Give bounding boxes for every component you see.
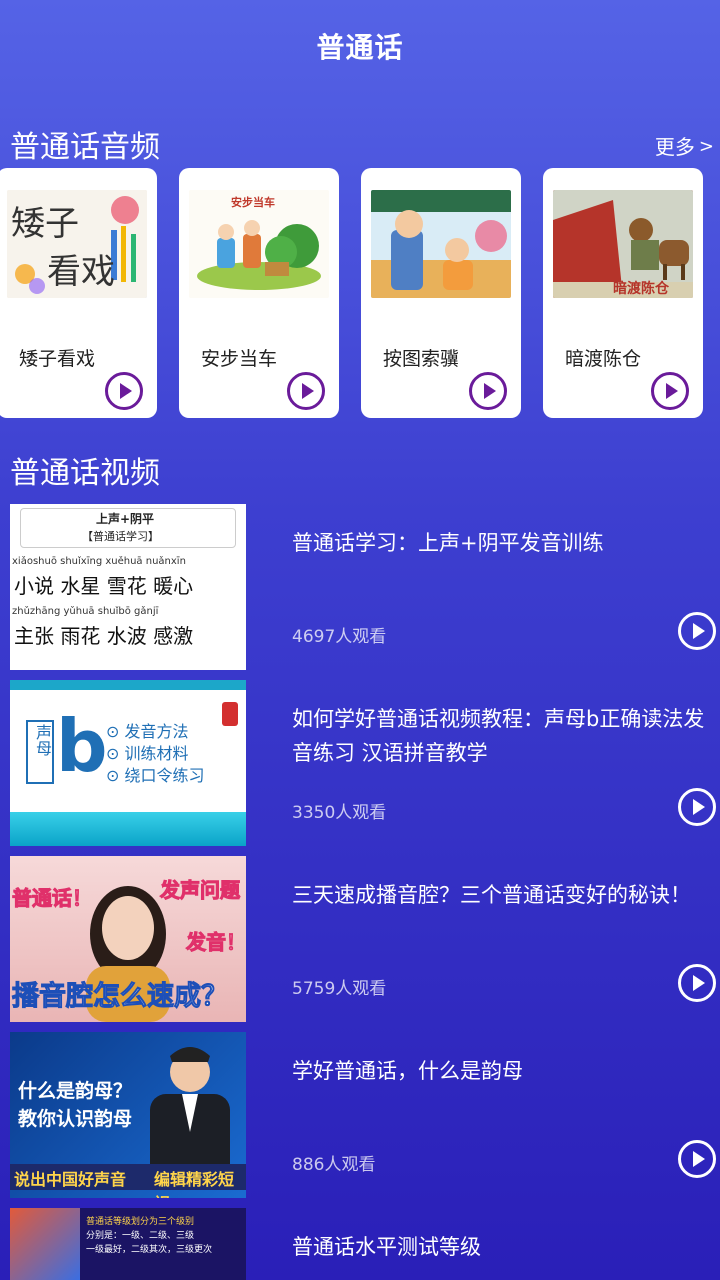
video-item[interactable]: 普通话！ 发声问题 发音！ 播音腔怎么速成？ 三天速成播音腔？三个普通话变好的秘… — [0, 856, 720, 1024]
thumb-pinyin: xiǎoshuō shuǐxīng xuěhuā nuǎnxīn — [12, 556, 186, 567]
audio-title: 安步当车 — [201, 348, 278, 370]
page-title: 普通话 — [316, 31, 404, 64]
play-icon — [693, 1151, 705, 1167]
thumb-letter: b — [56, 704, 108, 788]
seal-icon — [222, 702, 238, 726]
video-item[interactable]: 声母 b ⊙ 发音方法 ⊙ 训练材料 ⊙ 绕口令练习 如何学好普通话视频教程：声… — [0, 680, 720, 848]
audio-card[interactable]: 矮子 看戏 矮子看戏 — [0, 168, 157, 418]
thumb-caption: 分别是：一级、二级、三级 — [86, 1231, 195, 1241]
thumb-text: 矮子 — [11, 204, 79, 244]
audio-card[interactable]: 按图索骥 — [361, 168, 521, 418]
play-button[interactable] — [678, 964, 716, 1002]
video-thumbnail: 什么是韵母？ 教你认识韵母 说出中国好声音 编辑精彩短视 — [10, 1032, 246, 1198]
cartoon-icon — [371, 190, 511, 298]
video-thumbnail: 普通话等级划分为三个级别 分别是：一级、二级、三级 一级最好，二级其次，三级更次 — [10, 1208, 246, 1280]
thumb-text: 看戏 — [47, 252, 115, 292]
play-button[interactable] — [678, 1140, 716, 1178]
audio-title: 暗渡陈仓 — [565, 348, 642, 370]
video-title: 学好普通话，什么是韵母 — [292, 1059, 523, 1083]
play-button[interactable] — [678, 788, 716, 826]
thumb-caption: 发音！ — [186, 930, 247, 955]
more-label: 更多 — [654, 135, 695, 159]
view-count: 5759人观看 — [292, 979, 387, 999]
play-button[interactable] — [678, 612, 716, 650]
thumb-side-label: 声母 — [33, 724, 52, 756]
audio-card[interactable]: 安步当车 安步当车 — [179, 168, 339, 418]
video-list: 上声+阴平 【普通话学习】 xiǎoshuō shuǐxīng xuěhuā n… — [0, 504, 720, 1280]
play-button[interactable] — [105, 372, 143, 410]
thumb-banner: 编辑精彩短视 — [154, 1170, 235, 1198]
app-header: 普通话 — [0, 0, 720, 92]
video-item[interactable]: 上声+阴平 【普通话学习】 xiǎoshuō shuǐxīng xuěhuā n… — [0, 504, 720, 672]
play-button[interactable] — [287, 372, 325, 410]
thumb-text: 暗渡陈仓 — [613, 281, 669, 297]
thumb-point: ⊙ 训练材料 — [106, 744, 189, 763]
video-thumbnail: 上声+阴平 【普通话学习】 xiǎoshuō shuǐxīng xuěhuā n… — [10, 504, 246, 670]
audio-title: 矮子看戏 — [19, 348, 96, 370]
play-icon — [484, 383, 496, 399]
play-icon — [693, 975, 705, 991]
video-title: 如何学好普通话视频教程：声母b正确读法发音练习 汉语拼音教学 — [292, 707, 705, 765]
view-count: 3350人观看 — [292, 803, 387, 823]
play-button[interactable] — [651, 372, 689, 410]
thumb-words: 主张 雨花 水波 感激 — [14, 624, 194, 648]
audio-thumbnail: 暗渡陈仓 — [553, 190, 693, 298]
thumb-caption: 发声问题 — [160, 878, 241, 903]
audio-thumbnail — [371, 190, 511, 298]
audio-card[interactable]: 暗渡陈仓 暗渡陈仓 — [543, 168, 703, 418]
video-section-title: 普通话视频 — [10, 456, 160, 491]
thumb-heading: 上声+阴平 — [96, 512, 155, 526]
video-thumbnail: 普通话！ 发声问题 发音！ 播音腔怎么速成？ — [10, 856, 246, 1022]
thumb-point: ⊙ 发音方法 — [106, 722, 189, 741]
thumb-banner: 说出中国好声音 — [14, 1170, 127, 1189]
video-thumbnail: 声母 b ⊙ 发音方法 ⊙ 训练材料 ⊙ 绕口令练习 — [10, 680, 246, 846]
video-title: 普通话学习：上声+阴平发音训练 — [292, 531, 604, 555]
audio-title: 按图索骥 — [383, 348, 460, 370]
chevron-right-icon: > — [698, 136, 714, 157]
thumb-caption: 一级最好，二级其次，三级更次 — [86, 1245, 213, 1255]
video-item[interactable]: 普通话等级划分为三个级别 分别是：一级、二级、三级 一级最好，二级其次，三级更次… — [0, 1208, 720, 1280]
thumb-caption: 普通话！ — [12, 886, 93, 911]
video-title: 普通话水平测试等级 — [292, 1235, 481, 1259]
play-icon — [693, 799, 705, 815]
play-icon — [120, 383, 132, 399]
view-count: 886人观看 — [292, 1155, 376, 1175]
play-icon — [666, 383, 678, 399]
thumb-caption: 普通话等级划分为三个级别 — [86, 1217, 195, 1227]
thumb-point: ⊙ 绕口令练习 — [106, 766, 205, 785]
thumb-subheading: 【普通话学习】 — [82, 530, 159, 543]
thumb-text: 安步当车 — [231, 196, 275, 209]
thumb-pinyin: zhǔzhāng yǔhuā shuǐbō gǎnjī — [12, 606, 159, 617]
thumb-caption: 教你认识韵母 — [18, 1108, 133, 1130]
play-icon — [302, 383, 314, 399]
view-count: 4697人观看 — [292, 627, 387, 647]
video-title: 三天速成播音腔？三个普通话变好的秘诀！ — [292, 883, 691, 907]
video-section-header: 普通话视频 — [0, 454, 720, 504]
thumb-caption: 什么是韵母？ — [18, 1080, 133, 1102]
thumb-caption: 播音腔怎么速成？ — [12, 981, 229, 1013]
audio-list: 矮子 看戏 矮子看戏 安步当车 安步当车 按图索骥 暗渡陈仓 暗渡陈仓 — [0, 168, 720, 420]
play-icon — [693, 623, 705, 639]
thumb-words: 小说 水星 雪花 暖心 — [14, 574, 194, 598]
audio-thumbnail: 矮子 看戏 — [7, 190, 147, 298]
audio-section-title: 普通话音频 — [10, 130, 160, 165]
audio-thumbnail: 安步当车 — [189, 190, 329, 298]
video-item[interactable]: 什么是韵母？ 教你认识韵母 说出中国好声音 编辑精彩短视 学好普通话，什么是韵母… — [0, 1032, 720, 1200]
more-link[interactable]: 更多 > — [655, 132, 714, 162]
play-button[interactable] — [469, 372, 507, 410]
